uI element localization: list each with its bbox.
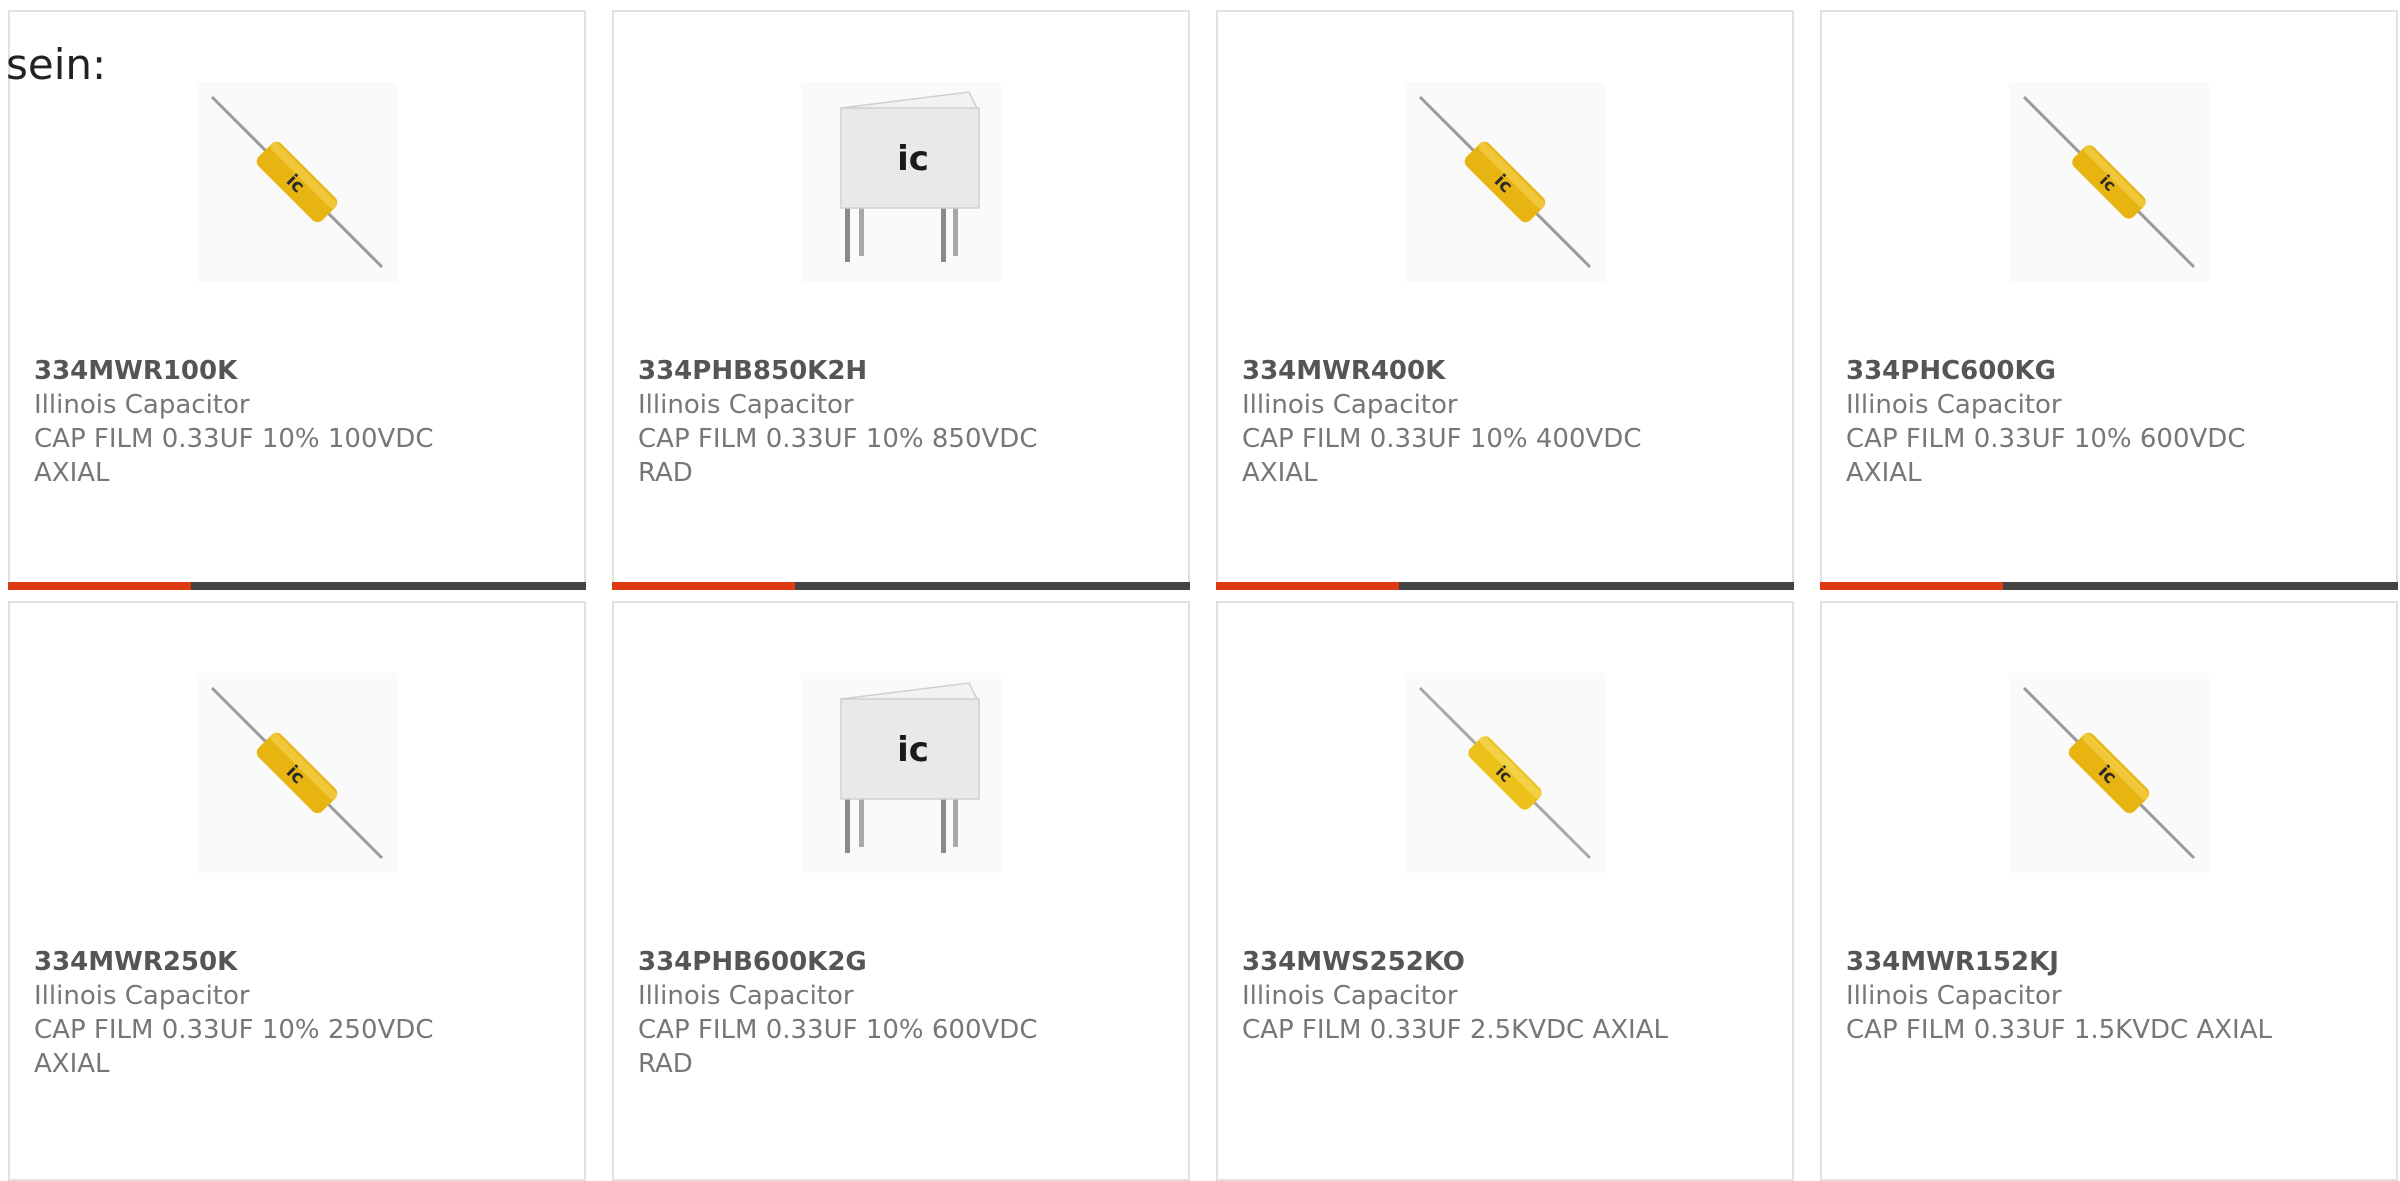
- axial-capacitor-icon: ic: [1418, 686, 1592, 860]
- part-number[interactable]: 334MWR100K: [34, 354, 564, 388]
- product-card[interactable]: ic 334PHB850K2H Illinois Capacitor CAP F…: [612, 10, 1190, 590]
- accent-bar: [612, 582, 795, 590]
- description-line-2: AXIAL: [1242, 458, 1318, 488]
- product-info: 334MWR250K Illinois Capacitor CAP FILM 0…: [34, 945, 564, 1081]
- card-bottom-bar: [8, 582, 586, 590]
- axial-capacitor-icon: ic: [210, 686, 384, 860]
- accent-bar: [1820, 582, 2003, 590]
- description-line-2: AXIAL: [34, 458, 110, 488]
- axial-capacitor-image[interactable]: ic: [1405, 673, 1605, 873]
- part-number[interactable]: 334MWR250K: [34, 945, 564, 979]
- part-number[interactable]: 334PHB600K2G: [638, 945, 1168, 979]
- description-line-2: RAD: [638, 458, 693, 488]
- product-card[interactable]: ic 334MWR250K Illinois Capacitor CAP FIL…: [8, 601, 586, 1181]
- description: CAP FILM 0.33UF 10% 600VDC: [1846, 424, 2246, 454]
- axial-capacitor-image[interactable]: ic: [2009, 673, 2209, 873]
- product-card[interactable]: ic 334PHB600K2G Illinois Capacitor CAP F…: [612, 601, 1190, 1181]
- part-number[interactable]: 334PHB850K2H: [638, 354, 1168, 388]
- description: CAP FILM 0.33UF 10% 400VDC: [1242, 424, 1642, 454]
- svg-text:ic: ic: [897, 730, 929, 770]
- description: CAP FILM 0.33UF 10% 600VDC: [638, 1015, 1038, 1045]
- axial-capacitor-icon: ic: [2022, 686, 2196, 860]
- description: CAP FILM 0.33UF 2.5KVDC AXIAL: [1242, 1015, 1668, 1045]
- description-line-2: RAD: [638, 1049, 693, 1079]
- radial-capacitor-icon: ic: [839, 682, 981, 853]
- product-info: 334PHC600KG Illinois Capacitor CAP FILM …: [1846, 354, 2376, 490]
- axial-capacitor-icon: ic: [210, 95, 384, 269]
- manufacturer: Illinois Capacitor: [1242, 981, 1458, 1011]
- axial-capacitor-image[interactable]: ic: [2009, 82, 2209, 282]
- accent-bar: [1216, 582, 1399, 590]
- manufacturer: Illinois Capacitor: [1242, 390, 1458, 420]
- axial-capacitor-image[interactable]: ic: [1405, 82, 1605, 282]
- description-line-2: AXIAL: [1846, 458, 1922, 488]
- product-info: 334PHB850K2H Illinois Capacitor CAP FILM…: [638, 354, 1168, 490]
- product-info: 334MWS252KO Illinois Capacitor CAP FILM …: [1242, 945, 1772, 1047]
- section-heading: sein:: [6, 40, 107, 89]
- product-grid: ic 334MWR100K Illinois Capacitor CAP FIL…: [8, 10, 2398, 1181]
- part-number[interactable]: 334MWS252KO: [1242, 945, 1772, 979]
- part-number[interactable]: 334PHC600KG: [1846, 354, 2376, 388]
- axial-capacitor-image[interactable]: ic: [197, 82, 397, 282]
- product-info: 334MWR152KJ Illinois Capacitor CAP FILM …: [1846, 945, 2376, 1047]
- radial-capacitor-image[interactable]: ic: [801, 673, 1001, 873]
- svg-text:ic: ic: [897, 139, 929, 179]
- card-bottom-bar: [1820, 582, 2398, 590]
- card-bottom-bar: [1216, 582, 1794, 590]
- card-bottom-bar: [612, 582, 1190, 590]
- axial-capacitor-icon: ic: [1418, 95, 1592, 269]
- manufacturer: Illinois Capacitor: [638, 390, 854, 420]
- manufacturer: Illinois Capacitor: [1846, 390, 2062, 420]
- manufacturer: Illinois Capacitor: [638, 981, 854, 1011]
- manufacturer: Illinois Capacitor: [1846, 981, 2062, 1011]
- radial-capacitor-icon: ic: [839, 91, 981, 262]
- product-info: 334PHB600K2G Illinois Capacitor CAP FILM…: [638, 945, 1168, 1081]
- description: CAP FILM 0.33UF 10% 250VDC: [34, 1015, 434, 1045]
- description: CAP FILM 0.33UF 10% 100VDC: [34, 424, 434, 454]
- description-line-2: AXIAL: [34, 1049, 110, 1079]
- axial-capacitor-icon: ic: [2022, 95, 2196, 269]
- manufacturer: Illinois Capacitor: [34, 390, 250, 420]
- product-info: 334MWR400K Illinois Capacitor CAP FILM 0…: [1242, 354, 1772, 490]
- product-card[interactable]: ic 334MWS252KO Illinois Capacitor CAP FI…: [1216, 601, 1794, 1181]
- part-number[interactable]: 334MWR152KJ: [1846, 945, 2376, 979]
- product-card[interactable]: ic 334MWR100K Illinois Capacitor CAP FIL…: [8, 10, 586, 590]
- manufacturer: Illinois Capacitor: [34, 981, 250, 1011]
- radial-capacitor-image[interactable]: ic: [801, 82, 1001, 282]
- product-card[interactable]: ic 334MWR400K Illinois Capacitor CAP FIL…: [1216, 10, 1794, 590]
- accent-bar: [8, 582, 191, 590]
- axial-capacitor-image[interactable]: ic: [197, 673, 397, 873]
- product-card[interactable]: ic 334PHC600KG Illinois Capacitor CAP FI…: [1820, 10, 2398, 590]
- description: CAP FILM 0.33UF 10% 850VDC: [638, 424, 1038, 454]
- product-card[interactable]: ic 334MWR152KJ Illinois Capacitor CAP FI…: [1820, 601, 2398, 1181]
- part-number[interactable]: 334MWR400K: [1242, 354, 1772, 388]
- product-info: 334MWR100K Illinois Capacitor CAP FILM 0…: [34, 354, 564, 490]
- description: CAP FILM 0.33UF 1.5KVDC AXIAL: [1846, 1015, 2272, 1045]
